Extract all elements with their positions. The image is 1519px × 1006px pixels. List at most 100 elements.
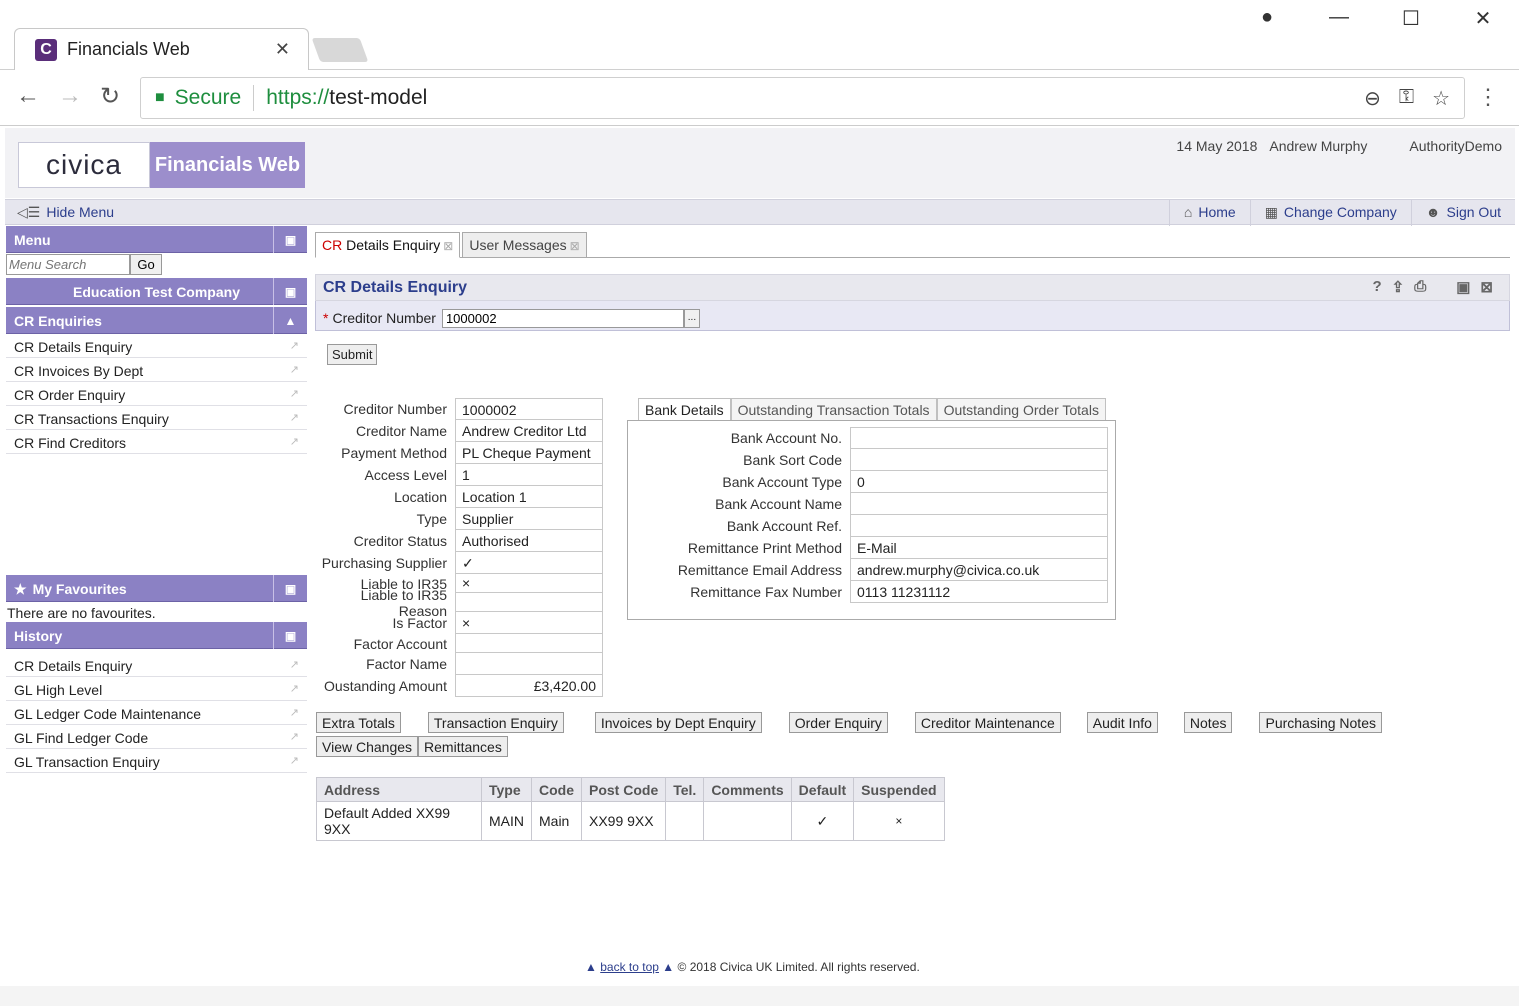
close-tab-icon[interactable]: ⊠ <box>570 239 580 253</box>
close-window-icon[interactable]: ✕ <box>1447 6 1519 31</box>
history-panel-header: History ▣ <box>6 622 307 649</box>
company-panel-title: Education Test Company <box>73 284 240 300</box>
history-item[interactable]: GL Ledger Code Maintenance ↗ <box>6 701 307 725</box>
omnibox[interactable]: ■ Secure https:// test-model ⊖ ⚿ ☆ <box>140 77 1465 119</box>
remittances-button[interactable]: Remittances <box>418 736 508 757</box>
print-icon[interactable]: ⎙ <box>1414 278 1426 296</box>
menu-search-go-button[interactable]: Go <box>130 254 162 275</box>
detail-value <box>455 653 603 675</box>
tab-user-messages[interactable]: User Messages ⊠ <box>462 232 587 257</box>
folder-up-icon[interactable]: ▲ <box>273 307 307 334</box>
popout-icon[interactable]: ▣ <box>1456 278 1470 296</box>
bank-value: 0113 11231112 <box>850 581 1108 603</box>
creditor-maintenance-button[interactable]: Creditor Maintenance <box>914 712 1061 733</box>
panel-window-icon[interactable]: ▣ <box>273 575 307 602</box>
minimize-icon[interactable]: — <box>1303 6 1375 31</box>
detail-label: Payment Method <box>341 445 447 461</box>
sidebar-item-label: CR Order Enquiry <box>14 387 126 403</box>
financials-app: civica Financials Web 14 May 2018 Andrew… <box>5 128 1515 986</box>
civica-favicon-icon: C <box>35 38 57 61</box>
audit-info-button[interactable]: Audit Info <box>1086 712 1158 733</box>
tab-bank-details[interactable]: Bank Details <box>638 398 731 420</box>
external-link-icon[interactable]: ↗ <box>290 658 299 671</box>
close-tab-icon[interactable]: ✕ <box>275 39 290 60</box>
tab-cr-details-enquiry[interactable]: CR Details Enquiry ⊠ <box>315 232 461 258</box>
sidebar-item-cr-transactions-enquiry[interactable]: CR Transactions Enquiry ↗ <box>6 406 307 430</box>
external-link-icon[interactable]: ↗ <box>290 339 299 352</box>
sidebar-item-cr-invoices-by-dept[interactable]: CR Invoices By Dept ↗ <box>6 358 307 382</box>
detail-row: Oustanding Amount £3,420.00 <box>315 675 610 697</box>
browser-tab[interactable]: C Financials Web ✕ <box>14 28 309 70</box>
submit-button[interactable]: Submit <box>327 344 378 365</box>
bank-row: Remittance Email Address andrew.murphy@ci… <box>628 559 1109 581</box>
creditor-details: Creditor Number 1000002 Creditor Name Andr… <box>315 398 610 697</box>
page-title: CR Details Enquiry <box>323 279 468 296</box>
hide-menu-button[interactable]: ◁☰ Hide Menu <box>17 204 114 221</box>
home-button[interactable]: ⌂ Home <box>1168 200 1250 226</box>
column-header: Type <box>481 777 532 802</box>
star-icon[interactable]: ☆ <box>1432 86 1450 111</box>
sidebar-item-cr-find-creditors[interactable]: CR Find Creditors ↗ <box>6 430 307 454</box>
panel-window-icon[interactable]: ▣ <box>273 622 307 649</box>
forward-arrow-icon[interactable]: → <box>58 82 82 110</box>
menu-search-input[interactable] <box>6 254 130 275</box>
table-row[interactable]: Default Added XX99 9XX MAIN Main XX99 9X… <box>316 801 945 841</box>
header-info: 14 May 2018 Andrew Murphy AuthorityDemo <box>1176 138 1502 154</box>
lookup-button[interactable]: ... <box>683 308 700 328</box>
tab-outstanding-transaction-totals[interactable]: Outstanding Transaction Totals <box>730 398 937 420</box>
history-item[interactable]: GL Transaction Enquiry ↗ <box>6 749 307 773</box>
external-link-icon[interactable]: ↗ <box>290 435 299 448</box>
back-arrow-icon[interactable]: ← <box>16 82 40 110</box>
transaction-enquiry-button[interactable]: Transaction Enquiry <box>427 712 564 733</box>
favourites-panel-header: ★ My Favourites ▣ <box>6 575 307 602</box>
history-item[interactable]: GL High Level ↗ <box>6 677 307 701</box>
change-company-button[interactable]: ▦ Change Company <box>1249 200 1411 226</box>
extra-totals-button[interactable]: Extra Totals <box>316 712 401 733</box>
back-to-top-link[interactable]: back to top <box>600 960 659 974</box>
bank-label: Remittance Print Method <box>687 540 842 556</box>
history-item[interactable]: CR Details Enquiry ↗ <box>6 653 307 677</box>
help-icon[interactable]: ? <box>1372 278 1381 296</box>
browser-menu-icon[interactable]: ⋮ <box>1477 84 1499 110</box>
notes-button[interactable]: Notes <box>1183 712 1233 733</box>
window-bottom-edge <box>0 986 1519 1006</box>
order-enquiry-button[interactable]: Order Enquiry <box>788 712 888 733</box>
bank-row: Bank Account Ref. <box>628 515 1109 537</box>
external-link-icon[interactable]: ↗ <box>290 363 299 376</box>
external-link-icon[interactable]: ↗ <box>290 682 299 695</box>
profile-icon[interactable]: ● <box>1231 6 1303 31</box>
close-icon[interactable]: ⊠ <box>1480 278 1493 296</box>
invoices-by-dept-enquiry-button[interactable]: Invoices by Dept Enquiry <box>594 712 762 733</box>
key-icon[interactable]: ⚿ <box>1399 86 1414 111</box>
cross-icon: × <box>455 612 603 634</box>
history-item[interactable]: GL Find Ledger Code ↗ <box>6 725 307 749</box>
panel-window-icon[interactable]: ▣ <box>273 278 307 305</box>
favourites-title: My Favourites <box>32 581 127 597</box>
export-icon[interactable]: ⇪ <box>1392 278 1405 296</box>
detail-label: Location <box>394 489 447 505</box>
column-header: Tel. <box>665 777 705 802</box>
external-link-icon[interactable]: ↗ <box>290 754 299 767</box>
sidebar-item-cr-details-enquiry[interactable]: CR Details Enquiry ↗ <box>6 334 307 358</box>
panel-window-icon[interactable]: ▣ <box>273 226 307 253</box>
creditor-number-input[interactable] <box>441 308 684 328</box>
detail-value <box>455 634 603 653</box>
sidebar-item-cr-order-enquiry[interactable]: CR Order Enquiry ↗ <box>6 382 307 406</box>
close-tab-icon[interactable]: ⊠ <box>443 239 453 253</box>
view-changes-button[interactable]: View Changes <box>316 736 419 757</box>
sign-out-button[interactable]: ☻ Sign Out <box>1410 200 1515 226</box>
new-tab-button[interactable] <box>311 38 369 62</box>
zoom-icon[interactable]: ⊖ <box>1364 86 1381 111</box>
external-link-icon[interactable]: ↗ <box>290 730 299 743</box>
browser-tab-title: Financials Web <box>67 39 190 59</box>
external-link-icon[interactable]: ↗ <box>290 706 299 719</box>
reload-icon[interactable]: ↻ <box>100 82 120 111</box>
page-title-icons: ? ⇪ ⎙ ▣ ⊠ <box>1372 278 1493 296</box>
external-link-icon[interactable]: ↗ <box>290 411 299 424</box>
purchasing-notes-button[interactable]: Purchasing Notes <box>1259 712 1382 733</box>
external-link-icon[interactable]: ↗ <box>290 387 299 400</box>
tab-outstanding-order-totals[interactable]: Outstanding Order Totals <box>936 398 1106 420</box>
maximize-icon[interactable]: ☐ <box>1375 6 1447 31</box>
column-header: Code <box>531 777 582 802</box>
